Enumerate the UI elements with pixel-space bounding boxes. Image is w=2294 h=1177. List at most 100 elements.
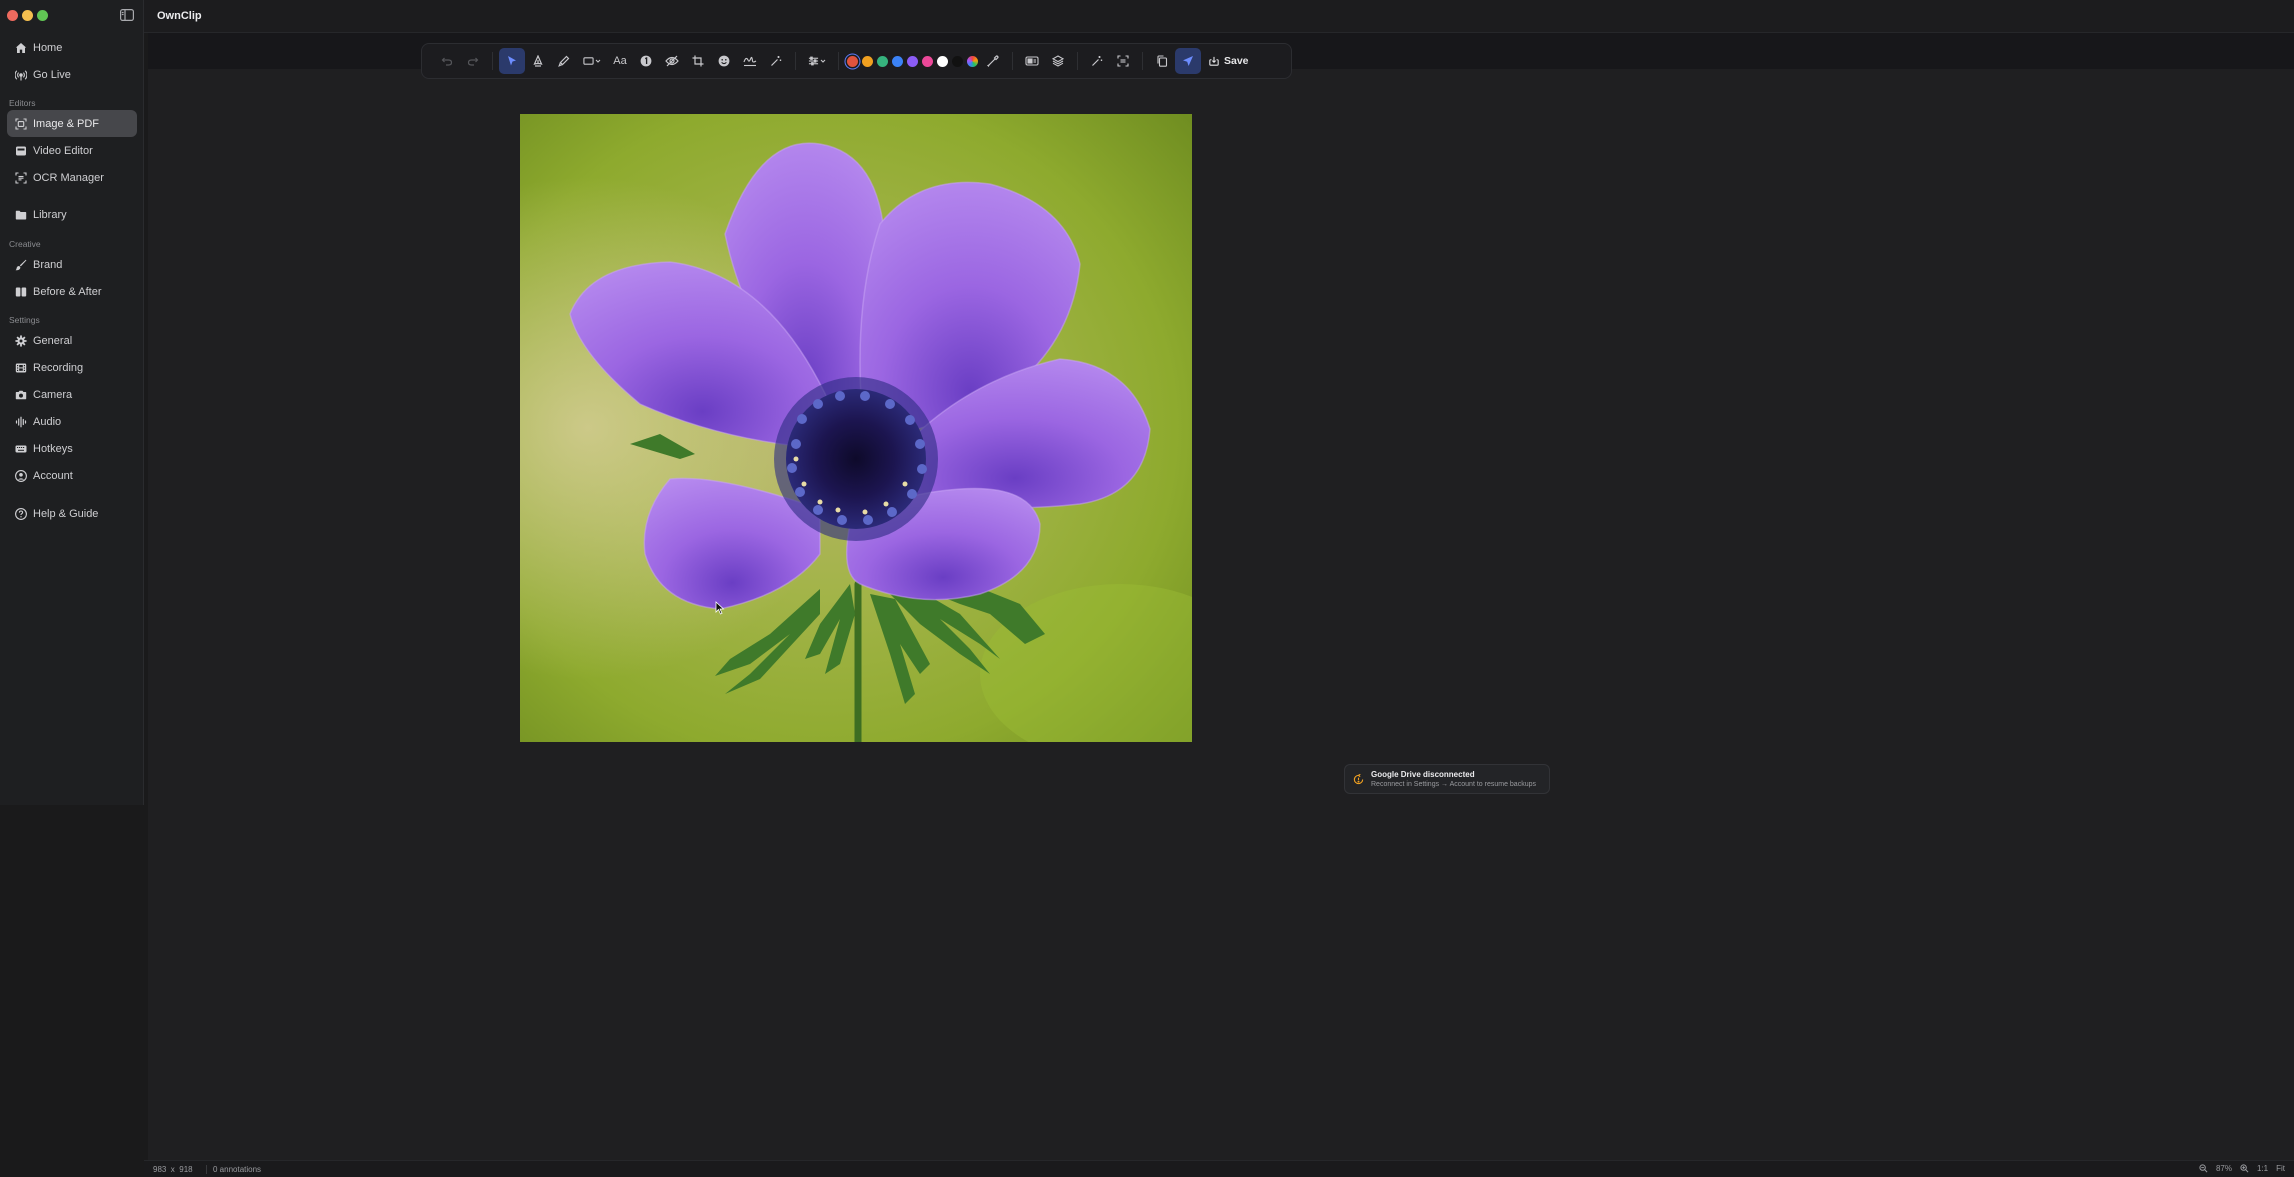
sidebar-item-library[interactable]: Library (7, 201, 137, 228)
zoom-actual-size-button[interactable]: 1:1 (2257, 1164, 2268, 1173)
scan-text-icon (1117, 55, 1129, 67)
image-scan-icon (15, 117, 27, 130)
toast-title: Google Drive disconnected (1371, 770, 1475, 779)
sidebar-item-account[interactable]: Account (7, 462, 137, 489)
editor-canvas-area (148, 33, 2294, 1161)
pen-tool-button[interactable] (525, 48, 551, 74)
toolbar-divider (795, 52, 796, 70)
sidebar-item-help[interactable]: Help & Guide (7, 500, 137, 527)
emoji-tool-button[interactable] (711, 48, 737, 74)
eyedropper-button[interactable] (980, 48, 1006, 74)
keyboard-icon (15, 443, 27, 455)
close-window-button[interactable] (7, 10, 18, 21)
sidebar-item-before-after[interactable]: Before & After (7, 278, 137, 305)
redo-button[interactable] (460, 48, 486, 74)
signature-icon (743, 56, 757, 67)
crop-tool-button[interactable] (685, 48, 711, 74)
style-dropdown[interactable] (802, 48, 832, 74)
home-icon (15, 42, 27, 54)
undo-button[interactable] (434, 48, 460, 74)
color-swatch[interactable] (862, 55, 873, 67)
status-bar: 983 x 918 0 annotations 87% 1:1 Fit (144, 1160, 2294, 1177)
section-label-creative: Creative (9, 239, 41, 249)
sidebar-item-label: Recording (33, 361, 84, 374)
save-button[interactable]: Save (1201, 49, 1257, 73)
zoom-in-icon[interactable] (2240, 1164, 2249, 1173)
waveform-icon (15, 416, 27, 428)
color-swatch[interactable] (892, 55, 903, 67)
sidebar-item-video-editor[interactable]: Video Editor (7, 137, 137, 164)
eyedropper-icon (987, 55, 999, 67)
sidebar-editors-group: Editors Image & PDF Video Editor OCR Man… (0, 96, 144, 191)
pen-nib-icon (533, 55, 543, 67)
zoom-fit-button[interactable]: Fit (2276, 1164, 2285, 1173)
auto-enhance-button[interactable] (1084, 48, 1110, 74)
ocr-icon (15, 171, 27, 184)
help-icon (15, 507, 27, 520)
sidebar-item-label: Video Editor (33, 144, 93, 157)
sidebar-item-label: General (33, 334, 73, 347)
image-dimensions: 983 x 918 (153, 1165, 193, 1174)
sidebar-item-hotkeys[interactable]: Hotkeys (7, 435, 137, 462)
film-icon (15, 362, 27, 374)
sync-warning-icon (1353, 774, 1364, 785)
sidebar-item-home[interactable]: Home (7, 34, 137, 61)
send-icon (1183, 56, 1193, 66)
notification-toast[interactable]: Google Drive disconnected Reconnect in S… (1344, 764, 1550, 794)
numbered-step-icon (640, 55, 652, 67)
sidebar-item-label: Before & After (33, 285, 102, 298)
magic-wand-icon (1092, 56, 1103, 66)
sidebar-item-ocr-manager[interactable]: OCR Manager (7, 164, 137, 191)
sidebar-item-camera[interactable]: Camera (7, 381, 137, 408)
shape-tool-dropdown[interactable] (577, 48, 607, 74)
background-card-icon (1025, 56, 1039, 66)
share-button[interactable] (1175, 48, 1201, 74)
select-tool-button[interactable] (499, 48, 525, 74)
custom-color-button[interactable] (967, 55, 978, 67)
toolbar-divider (492, 52, 493, 70)
sliders-icon (808, 56, 819, 66)
text-tool-button[interactable]: Aa (607, 48, 633, 74)
sidebar-library-group: Library (0, 201, 144, 228)
gear-icon (15, 334, 27, 347)
color-swatch[interactable] (937, 55, 948, 67)
color-swatch[interactable] (922, 55, 933, 67)
color-swatch[interactable] (907, 55, 918, 67)
toolbar-divider (838, 52, 839, 70)
background-button[interactable] (1019, 48, 1045, 74)
zoom-out-icon[interactable] (2199, 1164, 2208, 1173)
canvas-image[interactable] (520, 114, 1192, 742)
camera-icon (15, 389, 27, 401)
sidebar-item-image-pdf[interactable]: Image & PDF (7, 110, 137, 137)
sidebar-toggle-icon[interactable] (120, 9, 134, 21)
sidebar-item-label: Audio (33, 415, 62, 428)
chevron-down-icon (595, 59, 601, 63)
cursor-arrow-icon (508, 56, 516, 66)
highlighter-tool-button[interactable] (551, 48, 577, 74)
layers-button[interactable] (1045, 48, 1071, 74)
sidebar-item-recording[interactable]: Recording (7, 354, 137, 381)
ocr-extract-button[interactable] (1110, 48, 1136, 74)
sidebar-item-label: Account (33, 469, 73, 482)
color-swatch[interactable] (847, 55, 858, 67)
color-swatch[interactable] (952, 55, 963, 67)
zoom-controls: 87% 1:1 Fit (2199, 1164, 2285, 1173)
minimize-window-button[interactable] (22, 10, 33, 21)
copy-button[interactable] (1149, 48, 1175, 74)
sidebar-item-brand[interactable]: Brand (7, 251, 137, 278)
step-number-tool-button[interactable] (633, 48, 659, 74)
sidebar-item-label: Image & PDF (33, 117, 100, 130)
copy-icon (1157, 55, 1168, 67)
magic-tool-button[interactable] (763, 48, 789, 74)
crop-icon (692, 55, 704, 67)
signature-tool-button[interactable] (737, 48, 763, 74)
sidebar-item-general[interactable]: General (7, 327, 137, 354)
zoom-window-button[interactable] (37, 10, 48, 21)
sidebar-item-label: Help & Guide (33, 507, 99, 520)
sidebar-item-go-live[interactable]: Go Live (7, 61, 137, 88)
sidebar-item-label: Go Live (33, 68, 71, 81)
sidebar-item-audio[interactable]: Audio (7, 408, 137, 435)
magic-wand-icon (771, 56, 782, 66)
blur-tool-button[interactable] (659, 48, 685, 74)
color-swatch[interactable] (877, 55, 888, 67)
